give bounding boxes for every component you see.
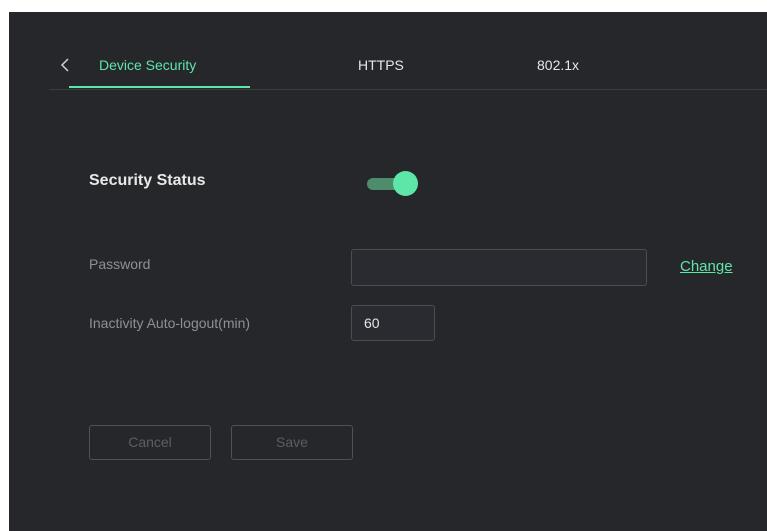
tab-device-security[interactable]: Device Security xyxy=(99,57,196,73)
security-status-toggle[interactable] xyxy=(367,171,419,197)
cancel-button[interactable]: Cancel xyxy=(89,425,211,460)
security-status-label: Security Status xyxy=(89,172,206,189)
toggle-knob xyxy=(393,171,418,196)
tab-https[interactable]: HTTPS xyxy=(358,57,404,73)
autologout-label: Inactivity Auto-logout(min) xyxy=(89,315,251,331)
tab-802-1x[interactable]: 802.1x xyxy=(537,57,579,73)
save-button[interactable]: Save xyxy=(231,425,353,460)
password-field[interactable] xyxy=(351,249,647,286)
password-label: Password xyxy=(89,256,151,272)
tab-bar: Device Security HTTPS 802.1x xyxy=(49,12,767,90)
chevron-left-icon[interactable] xyxy=(58,56,72,74)
change-password-link[interactable]: Change xyxy=(680,258,733,275)
autologout-input[interactable] xyxy=(351,305,435,341)
active-tab-indicator xyxy=(69,86,250,88)
device-security-panel: Device Security HTTPS 802.1x Security St… xyxy=(9,12,767,531)
